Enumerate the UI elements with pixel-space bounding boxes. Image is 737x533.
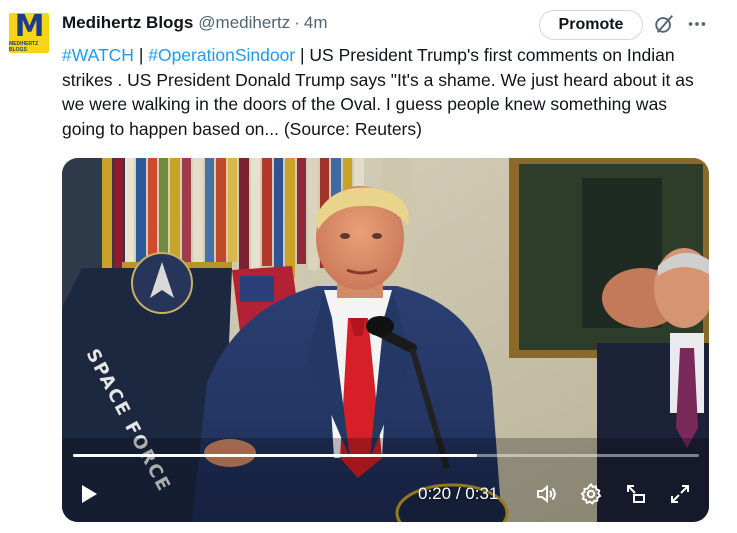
video-progress-fill (73, 454, 477, 457)
avatar[interactable]: M MEDIHERTZ BLOGS (9, 13, 49, 53)
avatar-logo-subtext: MEDIHERTZ BLOGS (9, 41, 39, 53)
timestamp[interactable]: 4m (304, 13, 328, 33)
grok-icon[interactable] (653, 13, 675, 35)
video-time-separator: / (451, 484, 466, 503)
more-icon[interactable] (686, 13, 708, 35)
avatar-logo-letter: M (14, 13, 45, 44)
video-time-readout: 0:20 / 0:31 (418, 483, 498, 505)
promote-button[interactable]: Promote (539, 10, 643, 40)
play-icon[interactable] (77, 482, 101, 506)
hashtag-operation-sindoor[interactable]: #OperationSindoor (148, 45, 295, 65)
hashtag-separator: | (133, 45, 149, 65)
picture-in-picture-icon[interactable] (624, 482, 648, 506)
video-player[interactable]: SPACE FORCE 0:20 / 0:31 (62, 158, 709, 522)
author-name[interactable]: Medihertz Blogs (62, 13, 193, 33)
hashtag-watch[interactable]: #WATCH (62, 45, 134, 65)
volume-icon[interactable] (534, 482, 558, 506)
settings-icon[interactable] (579, 482, 603, 506)
header-separator: · (294, 13, 300, 32)
video-duration: 0:31 (465, 484, 499, 503)
fullscreen-icon[interactable] (668, 482, 692, 506)
tweet-text: #WATCH | #OperationSindoor | US Presiden… (62, 43, 712, 141)
video-frame: SPACE FORCE (62, 158, 709, 522)
video-progress-bar[interactable] (73, 454, 699, 457)
author-handle[interactable]: @medihertz (198, 13, 290, 33)
video-current-time: 0:20 (418, 484, 452, 503)
